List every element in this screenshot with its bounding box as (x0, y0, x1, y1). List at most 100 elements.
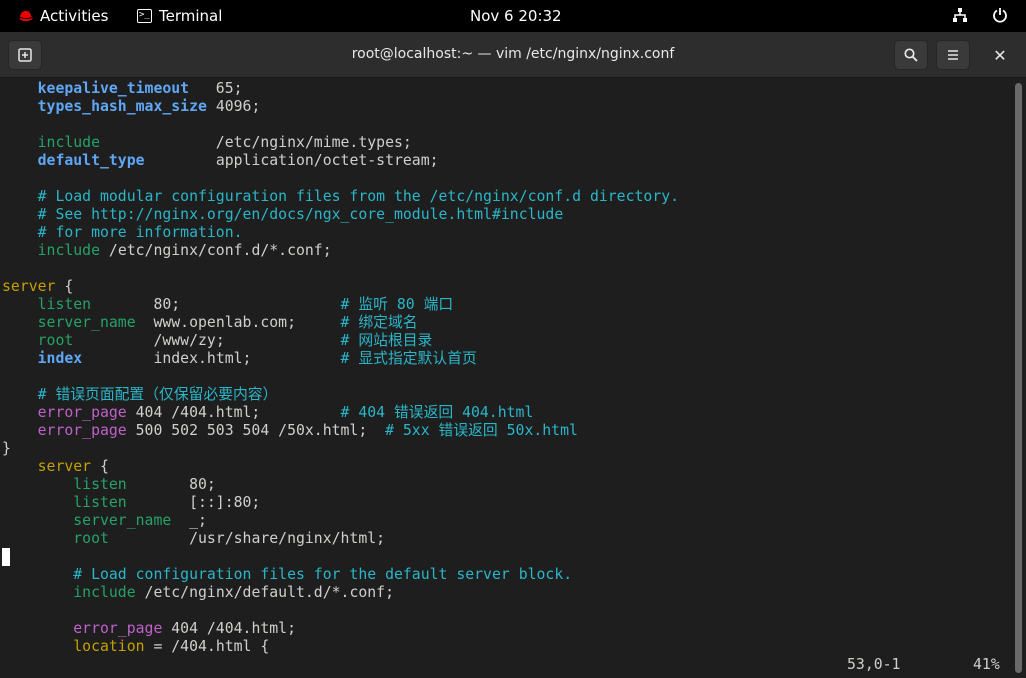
code-token: server_name (2, 314, 136, 331)
terminal-icon: >_ (137, 9, 152, 23)
code-value: www.openlab.com; (135, 314, 341, 331)
code-value: _; (171, 512, 207, 529)
code-value: 500 502 503 504 /50x.html; (126, 422, 386, 439)
code-token: include (2, 242, 100, 259)
code-value: { (91, 458, 109, 475)
code-token: server_name (2, 512, 172, 529)
editor-line: # See http://nginx.org/en/docs/ngx_core_… (2, 206, 564, 224)
code-comment: # 监听 80 端口 (340, 296, 454, 313)
code-token: types_hash_max_size (2, 98, 207, 115)
editor-line: keepalive_timeout 65; (2, 80, 243, 98)
code-comment: # 显式指定默认首页 (340, 350, 477, 367)
code-token: server (2, 458, 92, 475)
code-value: 404 /404.html; (162, 620, 296, 637)
editor-line: index index.html; # 显式指定默认首页 (2, 350, 477, 368)
editor-line: location = /404.html { (2, 638, 269, 656)
code-token: error_page (2, 404, 127, 421)
editor-line: root /usr/share/nginx/html; (2, 530, 385, 548)
editor-line: include /etc/nginx/conf.d/*.conf; (2, 242, 332, 260)
editor-line: server_name _; (2, 512, 207, 530)
close-icon: ✕ (993, 45, 1007, 65)
editor-line: root /www/zy; # 网站根目录 (2, 332, 433, 350)
code-value: /www/zy; (73, 332, 341, 349)
code-value: = /404.html { (144, 638, 270, 655)
cursor-position: 53,0-1 (847, 656, 901, 673)
code-token: listen (2, 494, 127, 511)
editor-line: } (2, 440, 11, 458)
window-title: root@localhost:~ — vim /etc/nginx/nginx.… (351, 46, 675, 62)
close-button[interactable]: ✕ (983, 40, 1017, 70)
code-token: # Load configuration files for the defau… (2, 566, 573, 583)
editor-line: error_page 404 /404.html; # 404 错误返回 404… (2, 404, 534, 422)
code-token: # Load modular configuration files from … (2, 188, 680, 205)
code-value: /etc/nginx/default.d/*.conf; (135, 584, 394, 601)
editor-line: # Load configuration files for the defau… (2, 566, 572, 584)
editor-line: error_page 404 /404.html; (2, 620, 296, 638)
redhat-icon (19, 11, 34, 21)
hamburger-menu-icon (948, 50, 958, 60)
editor-line: # Load modular configuration files from … (2, 188, 679, 206)
code-token: } (2, 440, 11, 457)
code-token: index (2, 350, 83, 367)
code-value: 80; (91, 296, 341, 313)
editor-line: server { (2, 458, 109, 476)
editor-line: types_hash_max_size 4096; (2, 98, 261, 116)
terminal-window: root@localhost:~ — vim /etc/nginx/nginx.… (0, 32, 1026, 678)
app-menu[interactable]: >_ Terminal (137, 7, 222, 25)
editor-line: listen 80; (2, 476, 216, 494)
code-token: # See http://nginx.org/en/docs/ngx_core_… (2, 206, 564, 223)
code-value: 404 /404.html; (126, 404, 341, 421)
clock[interactable]: Nov 6 20:32 (470, 7, 562, 25)
code-token: location (2, 638, 145, 655)
power-icon[interactable] (992, 7, 1008, 27)
network-icon[interactable] (952, 7, 968, 27)
window-headerbar: root@localhost:~ — vim /etc/nginx/nginx.… (0, 32, 1026, 78)
text-cursor (2, 548, 10, 566)
code-value: /usr/share/nginx/html; (108, 530, 386, 547)
search-icon (904, 48, 918, 62)
scrollbar[interactable] (1012, 78, 1026, 678)
code-token: include (2, 584, 136, 601)
code-value: [::]:80; (126, 494, 261, 511)
editor-line: # for more information. (2, 224, 243, 242)
code-token: root (2, 530, 109, 547)
code-value: index.html; (82, 350, 341, 367)
code-value: 80; (126, 476, 216, 493)
code-value: { (55, 278, 74, 295)
code-token: default_type (2, 152, 145, 169)
editor-line: listen [::]:80; (2, 494, 260, 512)
code-value: /etc/nginx/mime.types; (100, 134, 412, 151)
code-value: /etc/nginx/conf.d/*.conf; (100, 242, 332, 259)
activities-button[interactable]: Activities (18, 7, 108, 25)
editor-line: error_page 500 502 503 504 /50x.html; # … (2, 422, 578, 440)
activities-label: Activities (40, 7, 109, 25)
scrollbar-thumb[interactable] (1015, 83, 1022, 673)
editor-line: # 错误页面配置（仅保留必要内容） (2, 386, 278, 404)
editor-line: include /etc/nginx/default.d/*.conf; (2, 584, 394, 602)
search-button[interactable] (894, 40, 928, 70)
code-token: include (2, 134, 100, 151)
editor-line: listen 80; # 监听 80 端口 (2, 296, 454, 314)
vim-editor[interactable]: keepalive_timeout 65; types_hash_max_siz… (0, 78, 1012, 678)
code-token: # for more information. (2, 224, 243, 241)
scroll-percent: 41% (973, 656, 1000, 673)
code-token: keepalive_timeout (2, 80, 190, 97)
app-name: Terminal (159, 7, 223, 25)
editor-line: default_type application/octet-stream; (2, 152, 439, 170)
code-token: root (2, 332, 74, 349)
code-token: server (2, 278, 56, 295)
editor-line: server { (2, 278, 73, 296)
code-comment: # 404 错误返回 404.html (340, 404, 534, 421)
gnome-top-bar: Activities >_ Terminal Nov 6 20:32 (0, 0, 1026, 32)
code-token: # 错误页面配置（仅保留必要内容） (2, 386, 278, 403)
code-token: error_page (2, 620, 163, 637)
editor-line: server_name www.openlab.com; # 绑定域名 (2, 314, 418, 332)
code-value: application/octet-stream; (144, 152, 439, 169)
code-value: 65; (189, 80, 243, 97)
code-token: error_page (2, 422, 127, 439)
editor-line: include /etc/nginx/mime.types; (2, 134, 412, 152)
menu-button[interactable] (936, 40, 970, 70)
code-comment: # 网站根目录 (340, 332, 433, 349)
code-token: listen (2, 296, 92, 313)
code-token: listen (2, 476, 127, 493)
